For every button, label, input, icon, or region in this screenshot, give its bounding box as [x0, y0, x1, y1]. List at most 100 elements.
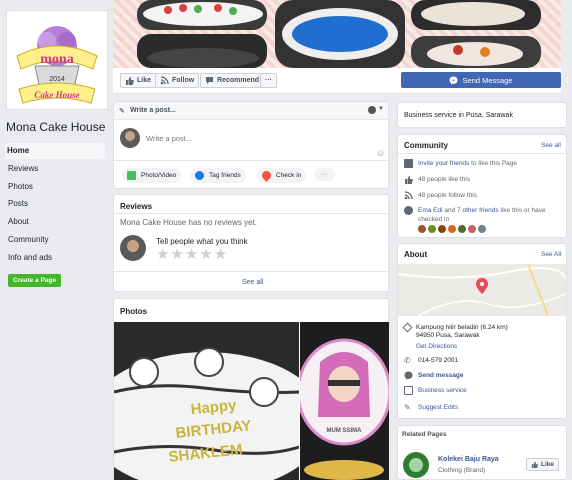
location-pin-icon	[260, 169, 273, 182]
send-message-button[interactable]: Send Message	[401, 72, 561, 88]
friend-avatar[interactable]	[418, 225, 426, 233]
reviews-title[interactable]: Reviews	[120, 202, 152, 211]
nav-item-info-and-ads[interactable]: Info and ads	[6, 250, 106, 266]
tag-friends-button[interactable]: Tag friends	[190, 168, 246, 183]
map-image	[398, 264, 566, 316]
pencil-icon: ✎	[119, 108, 125, 115]
friend-avatar[interactable]	[438, 225, 446, 233]
photo-birthday-cake[interactable]: Happy BIRTHDAY SHAKLEM	[114, 322, 299, 480]
about-title[interactable]: About	[404, 250, 427, 259]
send-message-link[interactable]: Send message	[418, 372, 464, 379]
friend-avatar[interactable]	[468, 225, 476, 233]
page-profile-picture[interactable]: mona 2014 Cake House	[6, 10, 108, 110]
photo-video-button[interactable]: Photo/Video	[122, 168, 182, 183]
logo-text-cake-house: Cake House	[34, 90, 79, 100]
follows-count-text[interactable]: 48 people follow this	[418, 192, 477, 199]
community-title[interactable]: Community	[404, 141, 448, 150]
birthday-cake-image: Happy BIRTHDAY SHAKLEM	[114, 347, 299, 480]
location-map[interactable]	[398, 264, 566, 316]
composer-more-button[interactable]: ···	[314, 168, 335, 181]
community-see-all-link[interactable]: See all	[541, 142, 561, 149]
follow-button[interactable]: Follow	[155, 73, 200, 88]
friend-avatar[interactable]	[478, 225, 486, 233]
phone-number[interactable]: 014-579 2001	[418, 357, 458, 364]
star-icon[interactable]: ★	[170, 247, 183, 262]
reviews-card: Reviews Mona Cake House has no reviews y…	[113, 194, 389, 292]
related-page-name[interactable]: Kolekei Baju Raya	[438, 456, 499, 463]
friend-avatar[interactable]	[458, 225, 466, 233]
invite-friends-icon	[404, 159, 413, 168]
chevron-down-icon[interactable]: ▼	[378, 106, 384, 112]
nav-item-about[interactable]: About	[6, 214, 106, 230]
location-icon	[402, 322, 413, 333]
follow-label: Follow	[172, 77, 195, 84]
recommend-button[interactable]: Recommend	[200, 73, 265, 88]
nav-item-community[interactable]: Community	[6, 232, 106, 248]
category-tag-icon	[404, 386, 413, 395]
nav-item-home[interactable]: Home	[5, 143, 105, 159]
related-pages-title: Related Pages	[402, 431, 447, 438]
star-icon[interactable]: ★	[185, 247, 198, 262]
user-avatar	[120, 128, 140, 148]
speech-bubble-icon	[205, 76, 214, 85]
nav-item-posts[interactable]: Posts	[6, 196, 106, 212]
friend-name-link[interactable]: Ema Edi	[418, 207, 443, 214]
rating-stars[interactable]: ★ ★ ★ ★ ★	[156, 247, 227, 262]
nav-item-photos[interactable]: Photos	[6, 179, 106, 195]
reviewer-avatar	[120, 235, 146, 261]
page-avatar-icon[interactable]	[368, 106, 376, 114]
star-icon[interactable]: ★	[199, 247, 212, 262]
thumbs-up-icon	[531, 461, 538, 468]
pencil-icon: ✎	[404, 403, 411, 412]
page-title[interactable]: Mona Cake House	[6, 120, 105, 134]
portrait-cake-image: MUM SSIMA	[300, 338, 389, 480]
suggest-edits-link[interactable]: Suggest Edits	[418, 404, 458, 411]
cover-photo[interactable]	[113, 0, 561, 68]
no-reviews-text: Mona Cake House has no reviews yet.	[120, 218, 257, 227]
post-composer-card: ✎ Write a post... ▼ ☺ Photo/Video Tag fr…	[113, 101, 389, 189]
write-post-input[interactable]	[146, 130, 376, 146]
photo-portrait-cake[interactable]: MUM SSIMA	[300, 322, 389, 480]
messenger-icon	[449, 76, 458, 85]
address-line2: 94950 Pusa, Sarawak	[416, 332, 480, 339]
nav-item-reviews[interactable]: Reviews	[6, 161, 106, 177]
friend-avatar[interactable]	[448, 225, 456, 233]
about-see-all-link[interactable]: See All	[541, 251, 561, 258]
photos-title[interactable]: Photos	[120, 307, 147, 316]
friend-avatars	[418, 225, 486, 233]
photo-video-label: Photo/Video	[141, 172, 177, 179]
tag-friends-icon	[195, 171, 204, 180]
send-message-label: Send Message	[462, 75, 513, 85]
address-line1: Kampung hilir beladin (6.24 km)	[416, 324, 508, 331]
star-icon[interactable]: ★	[156, 247, 169, 262]
about-card: About See All Kampung hilir beladin (6.2…	[397, 243, 567, 419]
like-button[interactable]: Like	[120, 73, 157, 88]
related-page-avatar[interactable]	[403, 452, 429, 478]
business-service-link[interactable]: Business service	[418, 387, 467, 394]
related-pages-card: Related Pages Kolekei Baju Raya Clothing…	[397, 425, 567, 480]
portrait-cake-text: MUM SSIMA	[327, 428, 363, 434]
related-like-button[interactable]: Like	[526, 458, 560, 471]
composer-header: ✎ Write a post... ▼	[114, 102, 388, 120]
other-friends-link[interactable]: 7 other friends	[457, 207, 499, 214]
reviews-see-all-link[interactable]: See all	[242, 279, 263, 286]
composer-header-label[interactable]: Write a post...	[130, 107, 176, 114]
star-icon[interactable]: ★	[214, 247, 227, 262]
messenger-icon	[404, 371, 413, 380]
phone-icon: ✆	[404, 356, 411, 365]
create-page-button[interactable]: Create a Page	[8, 274, 61, 287]
check-in-button[interactable]: Check in	[257, 168, 307, 183]
rss-follow-icon	[404, 191, 413, 200]
get-directions-link[interactable]: Get Directions	[416, 343, 508, 351]
tag-friends-label: Tag friends	[209, 172, 241, 179]
mona-cake-house-logo: mona 2014 Cake House	[16, 26, 98, 104]
friend-avatar[interactable]	[428, 225, 436, 233]
and-text: and	[442, 207, 458, 214]
invite-friends-rest: to like this Page	[469, 160, 518, 167]
invite-friends-link[interactable]: Invite your friends	[418, 160, 469, 167]
likes-count-text[interactable]: 48 people like this	[418, 176, 470, 183]
emoji-icon[interactable]: ☺	[376, 148, 385, 158]
logo-year: 2014	[49, 76, 65, 83]
more-options-button[interactable]: ···	[260, 73, 277, 88]
related-page-category: Clothing (Brand)	[438, 467, 486, 474]
